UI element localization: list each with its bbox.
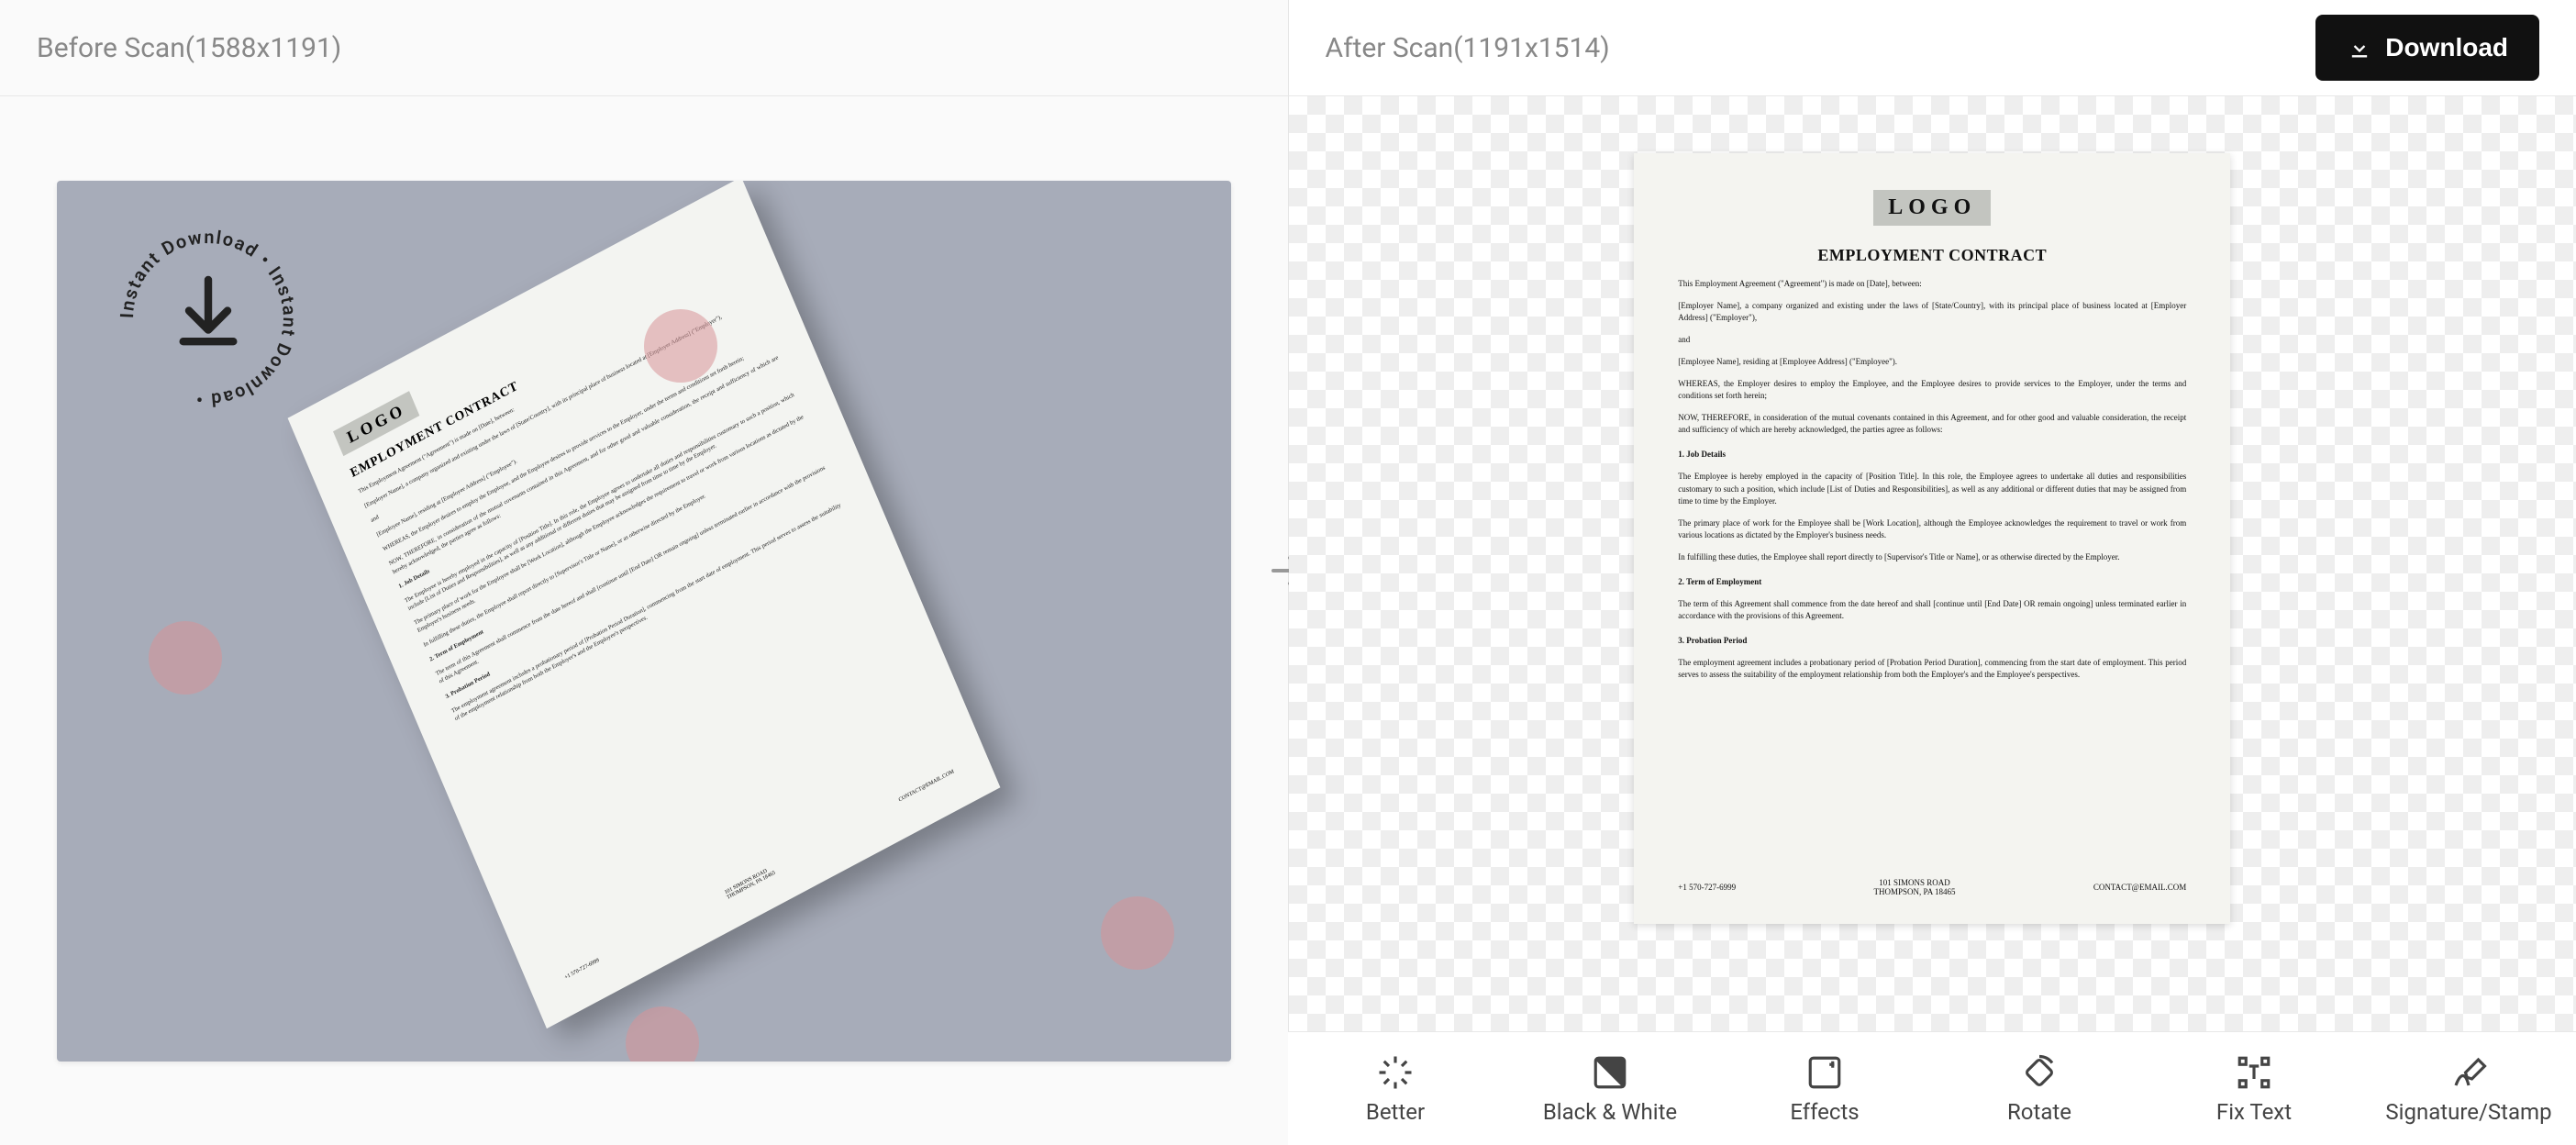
tool-effects[interactable]: Effects bbox=[1717, 1032, 1932, 1145]
crop-handle-bottom[interactable] bbox=[626, 1006, 699, 1062]
doc-employer: [Employer Name], a company organized and… bbox=[1678, 300, 2186, 324]
after-pane: After Scan(1191x1514) Download LOGO EMPL… bbox=[1289, 0, 2576, 1145]
tool-signature[interactable]: Signature/Stamp bbox=[2361, 1032, 2576, 1145]
text-icon bbox=[2235, 1053, 2273, 1092]
s1-p1: The Employee is hereby employed in the c… bbox=[1678, 471, 2186, 506]
footer-address: 101 SIMONS ROADTHOMPSON, PA 18465 bbox=[1874, 878, 1956, 896]
crop-handle-left[interactable] bbox=[149, 621, 222, 695]
s3-p1: The employment agreement includes a prob… bbox=[1678, 657, 2186, 681]
s1-p3: In fulfilling these duties, the Employee… bbox=[1678, 551, 2186, 563]
before-pane: Before Scan(1588x1191) Instant Download … bbox=[0, 0, 1289, 1145]
s1-p2: The primary place of work for the Employ… bbox=[1678, 517, 2186, 541]
download-icon bbox=[2347, 35, 2372, 61]
crop-handle-right[interactable] bbox=[1101, 896, 1174, 970]
after-header: After Scan(1191x1514) Download bbox=[1289, 0, 2576, 96]
bottom-toolbar: Better Black & White Effects Rotate Fix … bbox=[1288, 1031, 2576, 1145]
source-photo: Instant Download • Instant Download • LO… bbox=[57, 181, 1231, 1062]
doc-and: and bbox=[1678, 334, 2186, 346]
doc-footer: +1 570-727-6999 101 SIMONS ROADTHOMPSON,… bbox=[1678, 878, 2186, 896]
before-title: Before Scan(1588x1191) bbox=[37, 32, 341, 64]
footer-phone: +1 570-727-6999 bbox=[1678, 883, 1736, 892]
footer-email: CONTACT@EMAIL.COM bbox=[2093, 883, 2186, 892]
after-title: After Scan(1191x1514) bbox=[1326, 32, 1610, 64]
crop-handle-top[interactable] bbox=[644, 309, 717, 383]
tool-rotate[interactable]: Rotate bbox=[1932, 1032, 2147, 1145]
doc-employee: [Employee Name], residing at [Employee A… bbox=[1678, 356, 2186, 368]
doc-intro: This Employment Agreement ("Agreement") … bbox=[1678, 278, 2186, 290]
before-header: Before Scan(1588x1191) bbox=[0, 0, 1288, 96]
doc-heading: EMPLOYMENT CONTRACT bbox=[1678, 246, 2186, 265]
doc-whereas: WHEREAS, the Employer desires to employ … bbox=[1678, 378, 2186, 402]
sparkle-icon bbox=[1376, 1053, 1415, 1092]
logo-mark: LOGO bbox=[1873, 190, 1991, 226]
doc-therefore: NOW, THEREFORE, in consideration of the … bbox=[1678, 412, 2186, 436]
contrast-icon bbox=[1591, 1053, 1629, 1092]
tool-bw[interactable]: Black & White bbox=[1503, 1032, 1717, 1145]
s2-title: 2. Term of Employment bbox=[1678, 577, 1761, 586]
s1-title: 1. Job Details bbox=[1678, 450, 1726, 459]
before-canvas[interactable]: Instant Download • Instant Download • LO… bbox=[0, 96, 1288, 1145]
after-canvas[interactable]: LOGO EMPLOYMENT CONTRACT This Employment… bbox=[1289, 96, 2576, 1145]
s3-title: 3. Probation Period bbox=[1678, 636, 1747, 645]
tool-better[interactable]: Better bbox=[1288, 1032, 1503, 1145]
tilted-document: LOGO EMPLOYMENT CONTRACT This Employment… bbox=[287, 181, 1000, 1028]
download-button[interactable]: Download bbox=[2315, 15, 2539, 81]
tool-fix-text[interactable]: Fix Text bbox=[2147, 1032, 2361, 1145]
rotate-icon bbox=[2020, 1053, 2059, 1092]
s2-p1: The term of this Agreement shall commenc… bbox=[1678, 598, 2186, 622]
effects-icon bbox=[1805, 1053, 1844, 1092]
signature-icon bbox=[2449, 1053, 2488, 1092]
instant-download-badge: Instant Download • Instant Download • bbox=[112, 222, 305, 415]
scanned-document: LOGO EMPLOYMENT CONTRACT This Employment… bbox=[1634, 153, 2230, 924]
